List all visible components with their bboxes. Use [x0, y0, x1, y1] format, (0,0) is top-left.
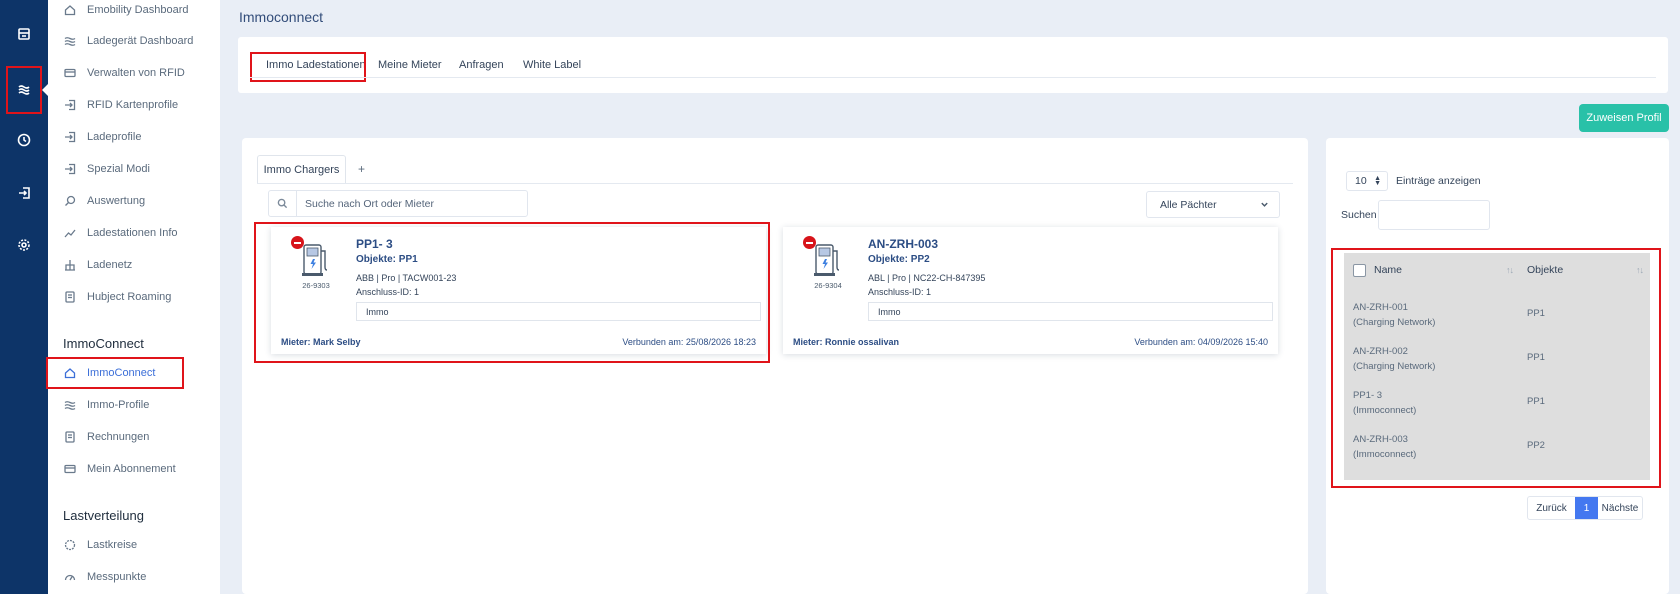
waves-icon: [62, 398, 78, 412]
sidebar-item-label: Ladestationen Info: [87, 227, 178, 239]
sidebar: Emobility Dashboard Ladegerät Dashboard …: [48, 0, 220, 594]
search-icon: [269, 191, 297, 216]
charger-tag-field: Immo: [868, 302, 1273, 321]
charger-objects: Objekte: PP2: [868, 254, 930, 265]
table-search-input[interactable]: [1378, 200, 1490, 230]
sidebar-item-spezial-modi[interactable]: Spezial Modi: [62, 159, 150, 179]
sidebar-item-label: Emobility Dashboard: [87, 4, 189, 16]
login-icon: [62, 162, 78, 176]
search-input[interactable]: [297, 197, 517, 210]
pagination-next-button[interactable]: Nächste: [1598, 497, 1642, 519]
home-icon: [62, 3, 78, 17]
sidebar-item-ladestationen-info[interactable]: Ladestationen Info: [62, 223, 178, 243]
tab-meine-mieter[interactable]: Meine Mieter: [378, 59, 442, 71]
sidebar-item-label: Ladegerät Dashboard: [87, 35, 194, 47]
sidebar-item-ladegeraet-dashboard[interactable]: Ladegerät Dashboard: [62, 31, 193, 51]
document-icon: [62, 290, 78, 304]
icon-rail: [0, 0, 49, 594]
sidebar-item-immo-profile[interactable]: Immo-Profile: [62, 395, 149, 415]
highlight-box: [254, 222, 770, 363]
charger-meta: ABL | Pro | NC22-CH-847395 Anschluss-ID:…: [868, 271, 985, 299]
tenant-filter-select[interactable]: Alle Pächter: [1146, 191, 1280, 218]
sidebar-item-ladeprofile[interactable]: Ladeprofile: [62, 127, 141, 147]
sidebar-section-immoconnect: ImmoConnect: [63, 336, 144, 351]
sidebar-item-label: Hubject Roaming: [87, 291, 172, 303]
divider: [257, 183, 1293, 184]
chevron-down-icon: [1260, 200, 1269, 212]
login-icon: [62, 130, 78, 144]
sidebar-item-label: Messpunkte: [87, 571, 147, 583]
sidebar-item-lastkreise[interactable]: Lastkreise: [62, 535, 137, 555]
pagination-prev-button[interactable]: Zurück: [1528, 497, 1575, 519]
sidebar-item-label: Verwalten von RFID: [87, 67, 185, 79]
gear-icon[interactable]: [12, 233, 36, 257]
charger-model: ABL | Pro | NC22-CH-847395: [868, 273, 986, 283]
tab-anfragen[interactable]: Anfragen: [459, 59, 504, 71]
page-length-label: Einträge anzeigen: [1396, 175, 1481, 187]
waves-icon[interactable]: [6, 66, 42, 114]
sidebar-item-label: RFID Kartenprofile: [87, 99, 179, 111]
sidebar-item-rechnungen[interactable]: Rechnungen: [62, 427, 149, 447]
network-icon: [62, 258, 78, 272]
assign-profile-button[interactable]: Zuweisen Profil: [1579, 104, 1669, 132]
search-box: [268, 190, 528, 217]
sort-arrows-icon: ▲ ▼: [1374, 175, 1381, 187]
table-search-label: Suchen: [1341, 209, 1377, 221]
charger-id: 26-9304: [814, 281, 842, 290]
add-tab-button[interactable]: +: [358, 162, 365, 176]
chargers-panel: Immo Chargers + Alle Pächter 26-9303 PP1…: [242, 138, 1308, 594]
login-icon: [62, 98, 78, 112]
charger-title: AN-ZRH-003: [868, 237, 939, 251]
search-icon: [62, 194, 78, 208]
highlight-box: [1331, 248, 1661, 488]
sidebar-item-label: Ladeprofile: [87, 131, 142, 143]
login-icon[interactable]: [12, 181, 36, 205]
pagination-page-button[interactable]: 1: [1575, 497, 1598, 519]
sidebar-item-label: Auswertung: [87, 195, 146, 207]
tab-white-label[interactable]: White Label: [523, 59, 581, 71]
page-length-control: 10 ▲ ▼ Einträge anzeigen: [1346, 171, 1481, 191]
tab-immo-chargers[interactable]: Immo Chargers: [257, 155, 346, 183]
page-title: Immoconnect: [239, 9, 324, 25]
sidebar-item-ladenetz[interactable]: Ladenetz: [62, 255, 132, 275]
page-length-select[interactable]: 10 ▲ ▼: [1346, 171, 1388, 191]
sidebar-item-label: Mein Abonnement: [87, 463, 176, 475]
sidebar-item-hubject-roaming[interactable]: Hubject Roaming: [62, 287, 171, 307]
card-icon: [62, 66, 78, 80]
gauge-icon: [62, 570, 78, 584]
charger-footer: Mieter: Ronnie ossalivan Verbunden am: 0…: [793, 337, 1268, 347]
sidebar-item-label: Lastkreise: [87, 539, 138, 551]
sidebar-section-lastverteilung: Lastverteilung: [63, 508, 144, 523]
trend-icon: [62, 226, 78, 240]
card-icon: [62, 462, 78, 476]
document-icon: [62, 430, 78, 444]
page-length-value: 10: [1355, 175, 1367, 187]
charger-connection: Anschluss-ID: 1: [868, 287, 932, 297]
highlight-box: [46, 357, 184, 389]
clock-icon[interactable]: [12, 128, 36, 152]
charger-connected-date: Verbunden am: 04/09/2026 15:40: [1134, 337, 1268, 347]
sidebar-item-label: Immo-Profile: [87, 399, 150, 411]
tab-bar: Immo Ladestationen Meine Mieter Anfragen…: [238, 37, 1668, 93]
sidebar-item-auswertung[interactable]: Auswertung: [62, 191, 145, 211]
sidebar-item-label: Spezial Modi: [87, 163, 150, 175]
circle-icon: [62, 538, 78, 552]
charging-station-icon: [813, 243, 843, 280]
charger-card[interactable]: 26-9304 AN-ZRH-003 Objekte: PP2 ABL | Pr…: [783, 227, 1278, 354]
sidebar-item-emobility-dashboard[interactable]: Emobility Dashboard: [62, 0, 189, 20]
sidebar-item-mein-abonnement[interactable]: Mein Abonnement: [62, 459, 176, 479]
sidebar-item-label: Rechnungen: [87, 431, 150, 443]
pagination: Zurück 1 Nächste: [1527, 496, 1643, 520]
waves-icon: [62, 34, 78, 48]
sidebar-item-rfid[interactable]: Verwalten von RFID: [62, 63, 185, 83]
charger-tenant: Mieter: Ronnie ossalivan: [793, 337, 900, 347]
sidebar-item-messpunkte[interactable]: Messpunkte: [62, 567, 146, 587]
building-icon[interactable]: [12, 22, 36, 46]
tenant-filter-value: Alle Pächter: [1160, 198, 1217, 211]
sidebar-item-label: Ladenetz: [87, 259, 133, 271]
sidebar-item-rfid-kartenprofile[interactable]: RFID Kartenprofile: [62, 95, 178, 115]
divider: [250, 77, 1656, 78]
